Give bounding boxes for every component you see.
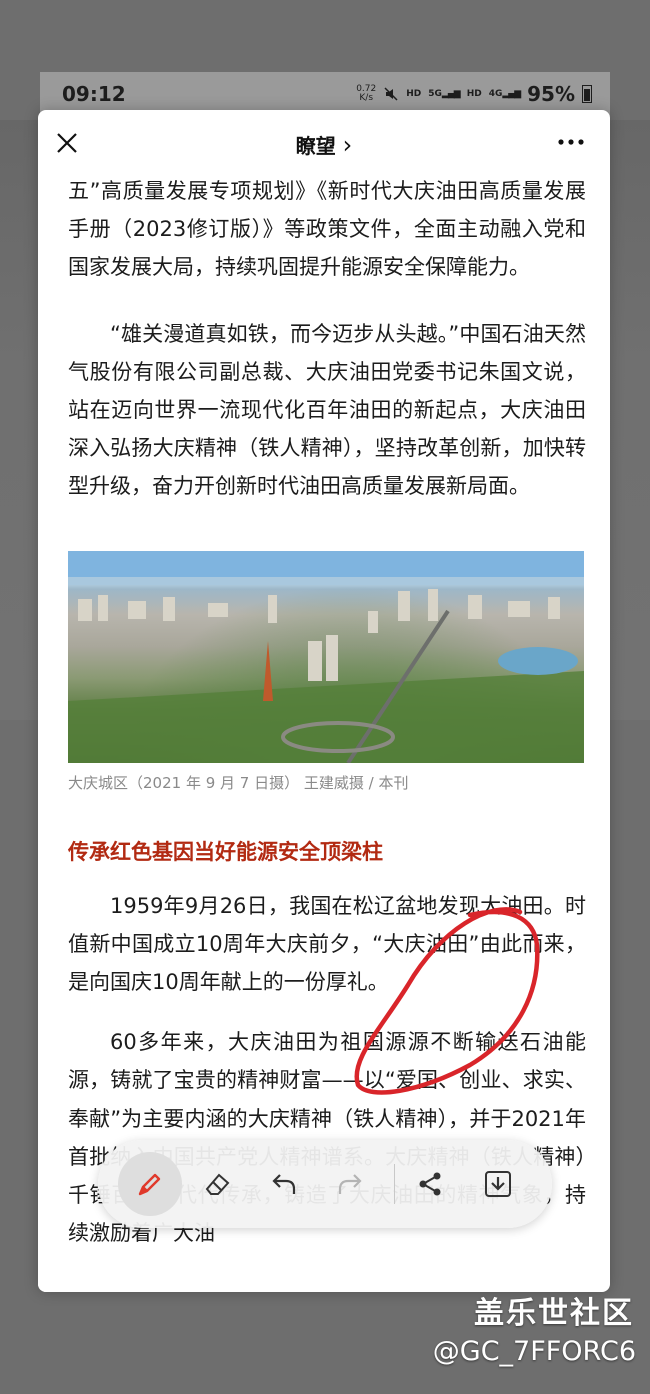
section-heading: 传承红色基因当好能源安全顶梁柱 [68,839,383,864]
share-button[interactable] [404,1158,456,1210]
eraser-icon [205,1173,230,1195]
account-name: 瞭望 [295,134,336,158]
eraser-tool-button[interactable] [192,1158,244,1210]
article-sheet: 瞭望 › 五”高质量发展专项规划》《新时代大庆油田高质量发展手册（2023修订版… [38,110,610,1292]
mute-icon [384,87,398,101]
redo-button[interactable] [324,1158,376,1210]
photo-caption: 大庆城区（2021 年 9 月 7 日摄） 王建威摄 / 本刊 [68,773,409,792]
hd-label-2: HD [466,89,482,99]
more-options-icon[interactable] [556,132,586,152]
markup-toolbar [98,1140,552,1228]
share-icon [419,1172,441,1196]
status-time: 09:12 [62,82,126,106]
toolbar-divider [394,1164,395,1204]
redo-icon [338,1174,362,1194]
watermark-user: @GC_7FFORC6 [432,1336,636,1367]
watermark-site: 盖乐世社区 [474,1296,634,1331]
status-icons: 0.72 K/s HD 5G▂▄▆ HD 4G▂▄▆ 95% [356,82,592,106]
paragraph-1: 五”高质量发展专项规划》《新时代大庆油田高质量发展手册（2023修订版）》等政策… [68,179,586,280]
network-speed: 0.72 K/s [356,84,377,103]
account-title[interactable]: 瞭望 › [38,130,610,159]
pen-icon [138,1173,161,1196]
top-bar: 瞭望 › [38,110,610,176]
battery-icon [582,85,592,103]
signal-5g-icon: 5G▂▄▆ [428,89,460,99]
download-icon [485,1171,511,1197]
paragraph-2: “雄关漫道真如铁，而今迈步从头越。”中国石油天然气股份有限公司副总裁、大庆油田党… [68,321,586,499]
crop-handle-left[interactable] [38,1265,49,1292]
save-button[interactable] [472,1158,524,1210]
signal-4g-icon: 4G▂▄▆ [488,89,521,99]
article-body: 五”高质量发展专项规划》《新时代大庆油田高质量发展手册（2023修订版）》等政策… [68,172,586,1252]
chevron-right-icon: › [342,131,353,159]
pen-tool-button[interactable] [118,1152,182,1216]
battery-percent: 95% [527,82,575,106]
undo-icon [272,1174,296,1194]
city-photo[interactable] [68,550,584,763]
hd-label-1: HD [406,89,422,99]
paragraph-3: 1959年9月26日，我国在松辽盆地发现大油田。时值新中国成立10周年大庆前夕，… [68,893,586,995]
undo-button[interactable] [258,1158,310,1210]
